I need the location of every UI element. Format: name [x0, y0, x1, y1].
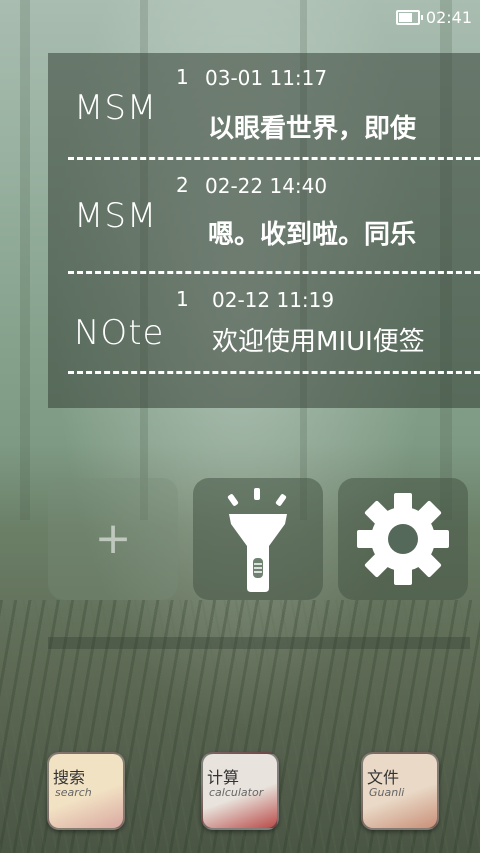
battery-fill	[398, 12, 413, 22]
note-time: 02-22 14:40	[205, 174, 328, 198]
note-count: 1	[176, 287, 189, 311]
note-item[interactable]: MSM 2 02-22 14:40 嗯。收到啦。同乐	[48, 161, 480, 266]
note-item[interactable]: NOte 1 02-12 11:19 欢迎使用MIUI便签	[48, 273, 480, 378]
file-manager-app-icon[interactable]: 文件 Guanli	[361, 752, 439, 830]
background-tree	[20, 0, 30, 520]
note-item[interactable]: MSM 1 03-01 11:17 以眼看世界，即使	[48, 53, 480, 158]
note-time: 03-01 11:17	[205, 66, 328, 90]
note-time: 02-12 11:19	[212, 288, 335, 312]
settings-button[interactable]	[338, 478, 468, 600]
app-label: 文件	[367, 768, 400, 787]
app-label: 搜索	[53, 768, 86, 787]
add-widget-button[interactable]: +	[48, 478, 178, 600]
note-source: MSM	[74, 196, 158, 236]
status-time: 02:41	[425, 7, 472, 27]
flashlight-button[interactable]	[193, 478, 323, 600]
app-sublabel: Guanli	[369, 786, 405, 799]
note-text: 以眼看世界，即使	[208, 114, 417, 144]
page-indicator-bar	[48, 637, 470, 649]
note-text: 嗯。收到啦。同乐	[208, 220, 417, 250]
plus-icon: +	[94, 513, 132, 564]
note-source: NOte	[74, 313, 165, 353]
note-source: MSM	[74, 88, 158, 128]
divider	[68, 371, 480, 374]
search-app-icon[interactable]: 搜索 search	[47, 752, 125, 830]
battery-icon	[395, 9, 423, 25]
app-sublabel: calculator	[209, 786, 264, 799]
note-count: 2	[176, 173, 189, 197]
calculator-app-icon[interactable]: 计算 calculator	[201, 752, 279, 830]
status-bar: 02:41	[395, 6, 472, 28]
note-count: 1	[176, 65, 189, 89]
app-sublabel: search	[55, 786, 92, 799]
flashlight-icon	[227, 488, 287, 592]
note-text: 欢迎使用MIUI便签	[212, 327, 425, 357]
divider	[68, 157, 480, 160]
app-label: 计算	[207, 768, 240, 787]
gear-icon	[357, 493, 449, 585]
notes-widget[interactable]: MSM 1 03-01 11:17 以眼看世界，即使 MSM 2 02-22 1…	[48, 53, 480, 408]
